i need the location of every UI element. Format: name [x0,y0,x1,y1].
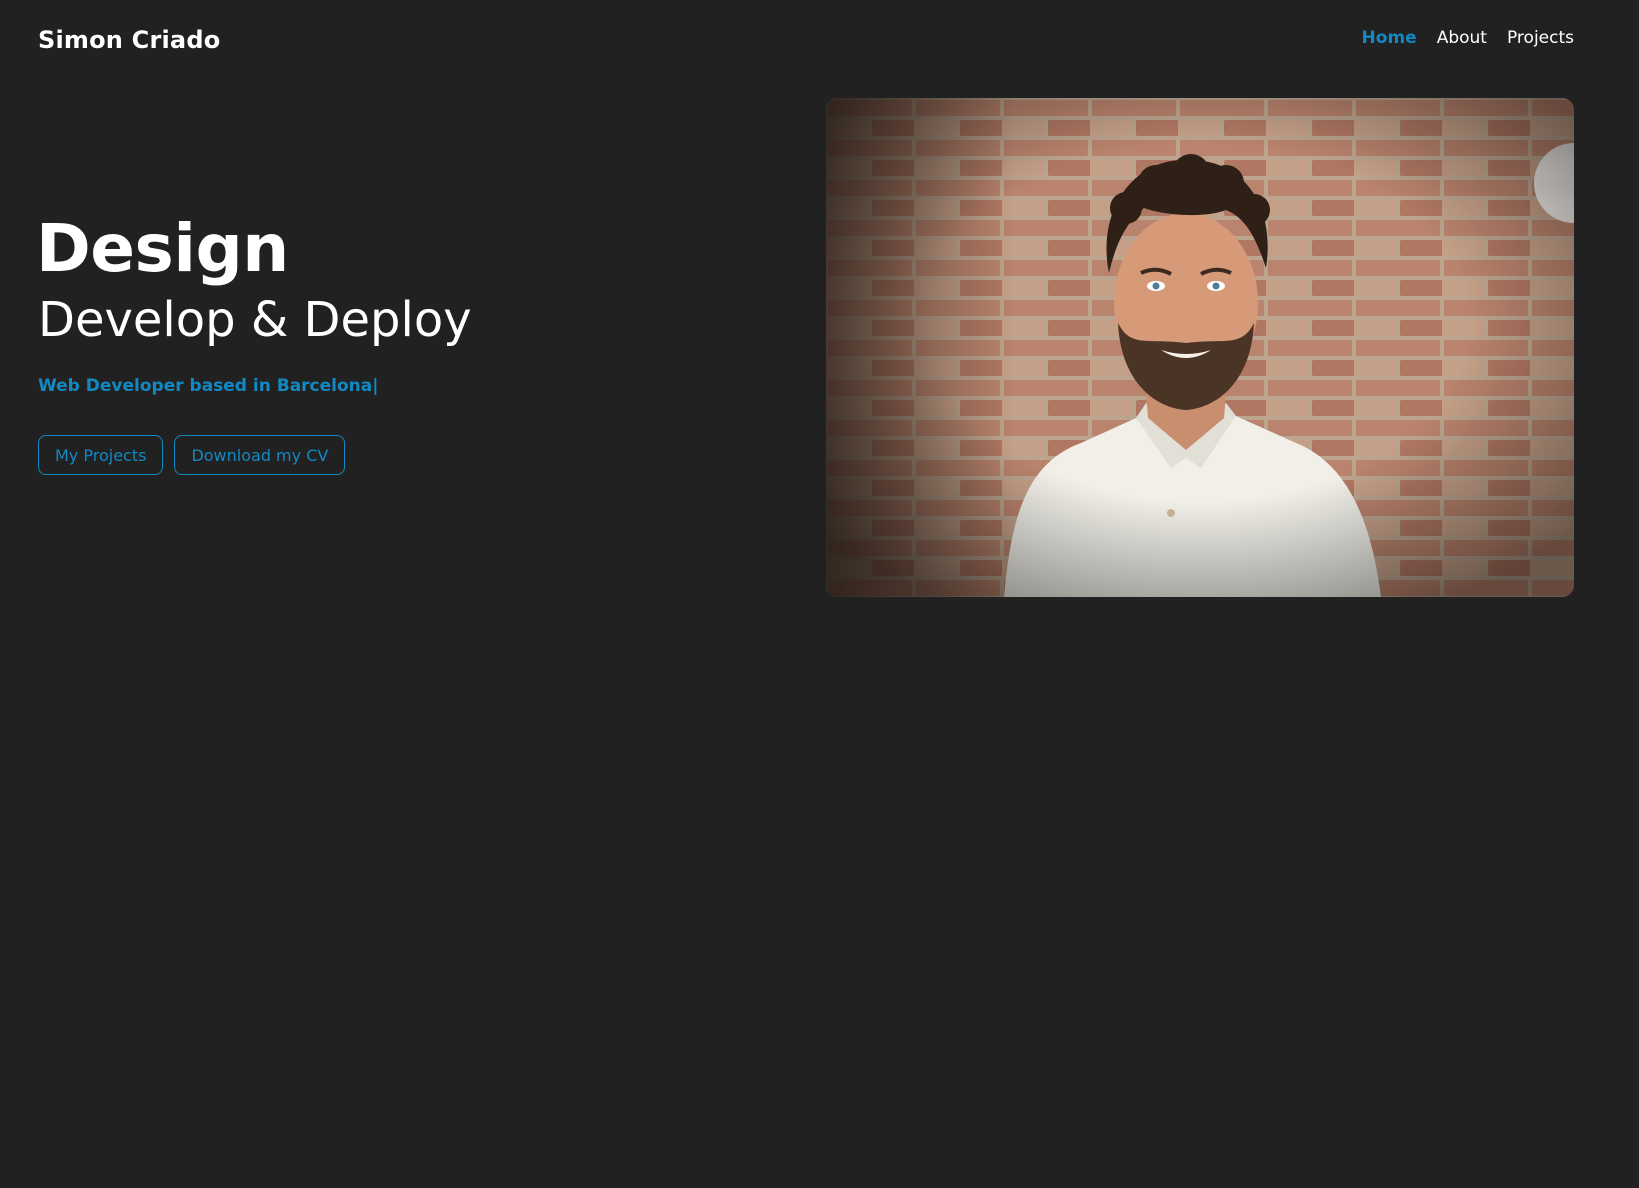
typing-cursor: | [372,376,379,396]
hero-buttons: My Projects Download my CV [38,435,346,475]
brand-logo-text[interactable]: Simon Criado [38,26,220,54]
main-nav: Home About Projects [1362,28,1574,48]
hero-tagline: Web Developer based in Barcelona| [38,376,378,396]
download-cv-button[interactable]: Download my CV [174,435,346,475]
my-projects-button[interactable]: My Projects [38,435,164,475]
nav-about[interactable]: About [1437,28,1487,48]
nav-projects[interactable]: Projects [1507,28,1574,48]
portrait-photo [826,98,1574,597]
hero-title: Design [36,210,289,287]
hero-subtitle: Develop & Deploy [38,292,472,348]
tagline-text: Web Developer based in Barcelona [38,376,373,396]
page: Simon Criado Home About Projects Design … [0,0,1639,1188]
nav-home[interactable]: Home [1362,28,1417,48]
portrait-photo-illustration [826,98,1574,597]
